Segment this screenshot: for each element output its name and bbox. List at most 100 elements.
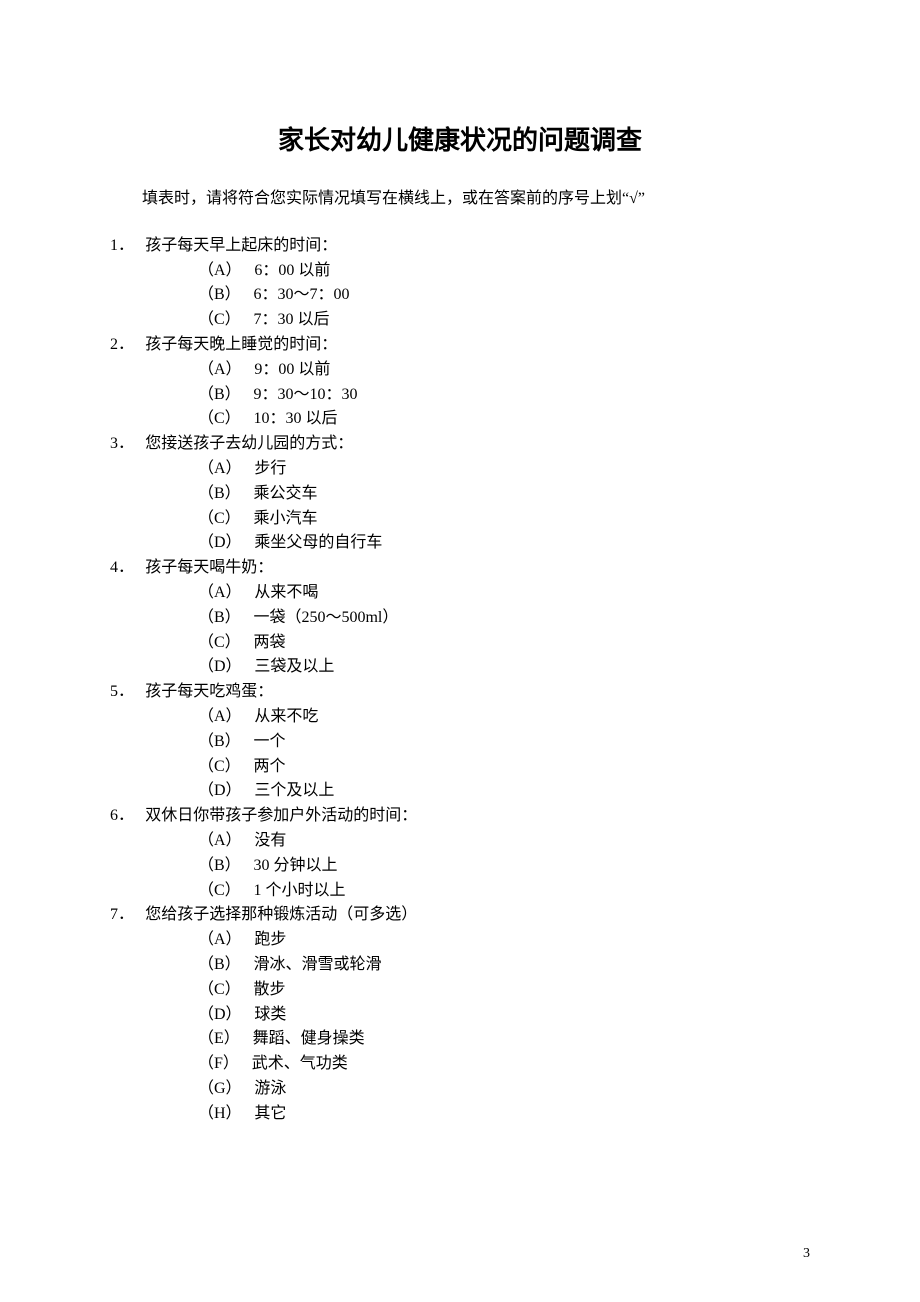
question-number: 6． (110, 804, 145, 829)
option-text: 10：30 以后 (253, 407, 810, 432)
option-text: 步行 (254, 457, 810, 482)
option-text: 1 个小时以上 (253, 879, 810, 904)
option-text: 乘坐父母的自行车 (254, 531, 810, 556)
option-item: （D） 三袋及以上 (198, 655, 810, 680)
option-text: 7：30 以后 (253, 308, 810, 333)
option-item: （A） 6：00 以前 (198, 259, 810, 284)
option-text: 散步 (253, 978, 810, 1003)
option-item: （H） 其它 (198, 1102, 810, 1127)
option-text: 6：00 以前 (254, 259, 810, 284)
option-label: （B） (198, 283, 241, 308)
option-text: 9：00 以前 (254, 358, 810, 383)
option-label: （B） (198, 383, 241, 408)
question-item: 4． 孩子每天喝牛奶： （A）从来不喝 （B）一袋（250～500ml） （C）… (110, 556, 810, 680)
option-item: （A） 9：00 以前 (198, 358, 810, 383)
question-header: 3． 您接送孩子去幼儿园的方式： (110, 432, 810, 457)
question-item: 5． 孩子每天吃鸡蛋： （A）从来不吃 （B） 一个 （C） 两个 （D） 三个及以上 (110, 680, 810, 804)
option-label: （C） (198, 755, 241, 780)
option-text: 三个及以上 (254, 779, 810, 804)
option-item: （D） 乘坐父母的自行车 (198, 531, 810, 556)
option-item: （A）从来不吃 (198, 705, 810, 730)
document-page: 家长对幼儿健康状况的问题调查 填表时，请将符合您实际情况填写在横线上，或在答案前… (0, 0, 920, 1302)
option-text: 球类 (254, 1003, 810, 1028)
option-item: （C）散步 (198, 978, 810, 1003)
option-text: 从来不吃 (254, 705, 810, 730)
question-header: 1． 孩子每天早上起床的时间： (110, 234, 810, 259)
question-text: 孩子每天晚上睡觉的时间： (145, 333, 810, 358)
option-item: （C） 两个 (198, 755, 810, 780)
option-text: 三袋及以上 (254, 655, 810, 680)
question-text: 孩子每天吃鸡蛋： (145, 680, 810, 705)
option-label: （G） (198, 1077, 242, 1102)
page-title: 家长对幼儿健康状况的问题调查 (110, 120, 810, 157)
option-item: （C） 10：30 以后 (198, 407, 810, 432)
option-text: 30 分钟以上 (253, 854, 810, 879)
question-number: 1． (110, 234, 145, 259)
instruction-text: 填表时，请将符合您实际情况填写在横线上，或在答案前的序号上划“√” (110, 185, 810, 214)
option-text: 两袋 (253, 631, 810, 656)
option-label: （A） (198, 358, 242, 383)
question-list: 1． 孩子每天早上起床的时间： （A）6：00 以前 （B）6：30～7：00 … (110, 234, 810, 1127)
option-item: （B） 30 分钟以上 (198, 854, 810, 879)
option-label: （D） (198, 779, 242, 804)
question-item: 3． 您接送孩子去幼儿园的方式： （A） 步行 （B）乘公交车 （C） 乘小汽车 （… (110, 432, 810, 556)
option-text: 6：30～7：00 (253, 283, 810, 308)
option-label: （D） (198, 655, 242, 680)
option-text: 跑步 (254, 928, 810, 953)
option-text: 乘小汽车 (253, 507, 810, 532)
option-list: （A）从来不吃 （B） 一个 （C） 两个 （D） 三个及以上 (198, 705, 810, 804)
option-label: （C） (198, 407, 241, 432)
option-label: （B） (198, 730, 241, 755)
option-text: 一袋（250～500ml） (253, 606, 810, 631)
question-item: 2． 孩子每天晚上睡觉的时间： （A）9：00 以前 （B）9：30～10：30… (110, 333, 810, 432)
question-text: 孩子每天喝牛奶： (145, 556, 810, 581)
option-text: 游泳 (254, 1077, 810, 1102)
question-number: 3． (110, 432, 145, 457)
option-label: （H） (198, 1102, 242, 1127)
option-text: 没有 (254, 829, 810, 854)
option-label: （A） (198, 928, 242, 953)
question-header: 6． 双休日你带孩子参加户外活动的时间： (110, 804, 810, 829)
option-label: （D） (198, 531, 242, 556)
option-item: （A）从来不喝 (198, 581, 810, 606)
question-text: 双休日你带孩子参加户外活动的时间： (145, 804, 810, 829)
question-number: 7． (110, 903, 145, 928)
question-item: 6． 双休日你带孩子参加户外活动的时间： （A） 没有 （B） 30 分钟以上 （C… (110, 804, 810, 903)
option-label: （A） (198, 829, 242, 854)
option-item: （D） 三个及以上 (198, 779, 810, 804)
option-label: （A） (198, 581, 242, 606)
option-item: （F）武术、气功类 (198, 1052, 810, 1077)
option-list: （A） 9：00 以前 （B）9：30～10：30 （C） 10：30 以后 (198, 358, 810, 432)
question-header: 7． 您给孩子选择那种锻炼活动（可多选） (110, 903, 810, 928)
option-item: （B）9：30～10：30 (198, 383, 810, 408)
option-text: 一个 (253, 730, 810, 755)
option-label: （A） (198, 457, 242, 482)
option-item: （A） 步行 (198, 457, 810, 482)
option-label: （D） (198, 1003, 242, 1028)
option-item: （A） 跑步 (198, 928, 810, 953)
option-text: 舞蹈、健身操类 (253, 1027, 810, 1052)
option-label: （A） (198, 259, 242, 284)
option-label: （E） (198, 1027, 240, 1052)
question-text: 孩子每天早上起床的时间： (145, 234, 810, 259)
option-text: 武术、气功类 (252, 1052, 810, 1077)
option-item: （C） 乘小汽车 (198, 507, 810, 532)
question-number: 5． (110, 680, 145, 705)
option-text: 滑冰、滑雪或轮滑 (253, 953, 810, 978)
option-text: 其它 (254, 1102, 810, 1127)
option-label: （C） (198, 308, 241, 333)
option-item: （C） 1 个小时以上 (198, 879, 810, 904)
option-item: （B）乘公交车 (198, 482, 810, 507)
option-label: （B） (198, 854, 241, 879)
option-list: （A） 没有 （B） 30 分钟以上 （C） 1 个小时以上 (198, 829, 810, 903)
option-item: （B） 一个 (198, 730, 810, 755)
option-item: （B） 滑冰、滑雪或轮滑 (198, 953, 810, 978)
option-item: （C） 7：30 以后 (198, 308, 810, 333)
option-text: 两个 (253, 755, 810, 780)
option-label: （B） (198, 953, 241, 978)
option-label: （C） (198, 507, 241, 532)
option-text: 乘公交车 (253, 482, 810, 507)
option-label: （C） (198, 879, 241, 904)
page-number: 3 (803, 1246, 810, 1262)
option-list: （A）从来不喝 （B）一袋（250～500ml） （C）两袋 （D）三袋及以上 (198, 581, 810, 680)
